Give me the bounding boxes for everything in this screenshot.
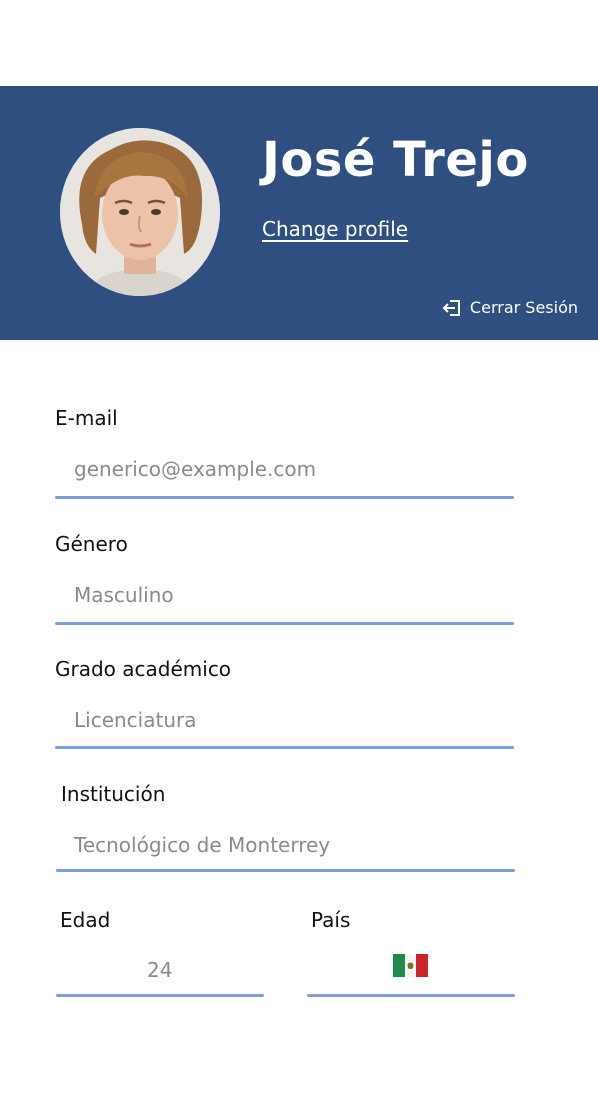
logout-icon: [442, 299, 462, 317]
profile-name: José Trejo: [262, 132, 529, 188]
country-underline: [307, 994, 515, 997]
avatar-image: [60, 128, 220, 296]
profile-header: José Trejo Change profile Cerrar Sesión: [0, 86, 598, 340]
age-underline: [56, 994, 264, 997]
institution-underline: [56, 869, 515, 872]
age-label: Edad: [60, 908, 111, 932]
degree-label: Grado académico: [55, 657, 232, 681]
gender-underline: [55, 622, 514, 625]
change-profile-link[interactable]: Change profile: [262, 217, 408, 241]
mexico-flag-icon[interactable]: [393, 953, 428, 982]
degree-underline: [55, 746, 514, 749]
logout-button[interactable]: Cerrar Sesión: [442, 298, 578, 317]
degree-field[interactable]: Licenciatura: [74, 708, 196, 732]
email-field[interactable]: generico@example.com: [74, 457, 316, 481]
gender-label: Género: [55, 532, 128, 556]
institution-label: Institución: [61, 782, 166, 806]
email-label: E-mail: [55, 406, 118, 430]
age-field[interactable]: 24: [147, 958, 172, 982]
email-underline: [55, 496, 514, 499]
institution-field[interactable]: Tecnológico de Monterrey: [74, 833, 330, 857]
gender-field[interactable]: Masculino: [74, 583, 174, 607]
logout-label: Cerrar Sesión: [469, 298, 578, 317]
country-label: País: [311, 908, 351, 932]
avatar[interactable]: [60, 128, 220, 296]
